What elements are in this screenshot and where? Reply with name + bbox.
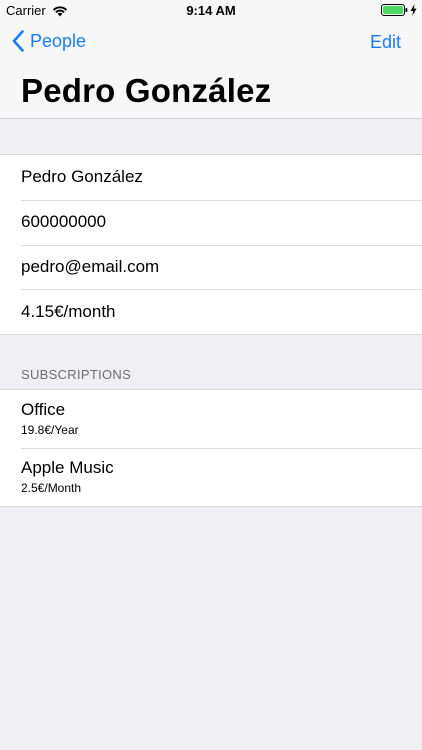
back-button[interactable]: People <box>12 30 86 52</box>
edit-button[interactable]: Edit <box>370 32 401 53</box>
subscriptions-list: Office 19.8€/Year Apple Music 2.5€/Month <box>0 389 422 507</box>
status-bar: Carrier 9:14 AM <box>0 0 422 22</box>
status-right <box>381 4 417 16</box>
charging-bolt-icon <box>410 4 417 16</box>
monthly-cost-row: 4.15€/month <box>0 289 422 334</box>
chevron-left-icon <box>12 30 24 52</box>
clock: 9:14 AM <box>186 3 236 18</box>
subscriptions-header: SUBSCRIPTIONS <box>21 367 132 382</box>
subscription-title: Office <box>21 400 66 419</box>
phone-row: 600000000 <box>0 199 422 245</box>
contact-info-section: Pedro González 600000000 pedro@email.com… <box>0 154 422 335</box>
subscription-item-apple-music[interactable]: Apple Music 2.5€/Month <box>0 448 422 506</box>
email-row: pedro@email.com <box>0 244 422 290</box>
page-title: Pedro González <box>21 72 272 109</box>
battery-icon <box>381 4 408 16</box>
name-row: Pedro González <box>21 167 143 187</box>
subscription-title: Apple Music <box>21 458 114 477</box>
navigation-bar: People Edit Pedro González <box>0 22 422 119</box>
subscription-item-office[interactable]: Office 19.8€/Year <box>0 390 422 448</box>
back-button-label: People <box>30 30 87 51</box>
subscription-price: 2.5€/Month <box>21 481 82 495</box>
subscription-price: 19.8€/Year <box>21 423 79 437</box>
